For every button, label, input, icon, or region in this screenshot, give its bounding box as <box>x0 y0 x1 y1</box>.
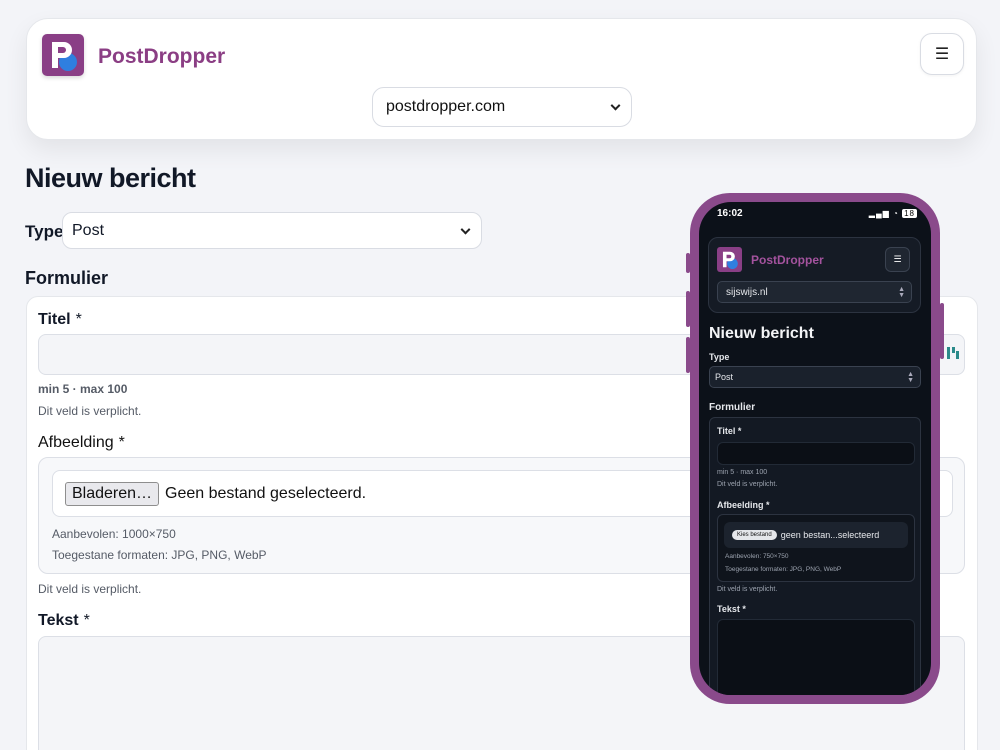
phone-side-button <box>686 337 690 373</box>
title-hint: min 5 · max 100 <box>38 382 128 396</box>
phone-text-textarea[interactable] <box>717 619 915 695</box>
app-header: PostDropper ☰ postdropper.com <box>26 18 977 140</box>
image-error: Dit veld is verplicht. <box>38 582 142 596</box>
hamburger-icon: ☰ <box>893 254 902 264</box>
phone-section-title: Formulier <box>709 402 756 413</box>
updown-chevron-icon: ▲ ▼ <box>907 371 914 384</box>
image-label-text: Afbeelding <box>38 434 114 451</box>
signal-icon: ▂▄▆ <box>868 209 890 218</box>
phone-title-error: Dit veld is verplicht. <box>717 481 778 488</box>
type-label: Type <box>25 222 64 241</box>
image-formats: Toegestane formaten: JPG, PNG, WebP <box>52 548 267 562</box>
updown-chevron-icon: ▲ ▼ <box>898 286 905 299</box>
phone-status-icons: ▂▄▆ ◔ 18 <box>869 209 917 218</box>
phone-image-upload-box: Kies bestand geen bestan...selecteerd Aa… <box>717 514 915 582</box>
phone-time: 16:02 <box>717 208 743 219</box>
phone-app-header: PostDropper ☰ sijswijs.nl ▲ ▼ <box>708 237 921 313</box>
phone-mockup: 16:02 ▂▄▆ ◔ 18 PostDropper ☰ sijswijs.nl… <box>686 193 944 704</box>
phone-form-card: Titel * min 5 · max 100 Dit veld is verp… <box>709 417 921 695</box>
page-title: Nieuw bericht <box>25 163 196 193</box>
phone-type-select[interactable]: Post ▲ ▼ <box>709 366 921 388</box>
title-label: Titel * <box>38 311 82 329</box>
title-label-text: Titel <box>38 311 71 328</box>
chevron-down-icon <box>460 224 471 235</box>
required-marker: * <box>75 311 82 328</box>
phone-image-recommended: Aanbevolen: 750×750 <box>725 553 789 560</box>
phone-page-title: Nieuw bericht <box>709 325 814 342</box>
phone-type-value: Post <box>715 372 734 382</box>
site-select-value: postdropper.com <box>386 98 506 115</box>
password-manager-icon[interactable] <box>946 345 960 361</box>
phone-side-button <box>940 303 944 359</box>
phone-browse-button[interactable]: Kies bestand <box>732 530 777 540</box>
text-label-text: Tekst <box>38 612 79 629</box>
text-label: Tekst * <box>38 612 90 630</box>
phone-type-label: Type <box>709 352 730 362</box>
site-select[interactable]: postdropper.com <box>372 87 632 127</box>
phone-title-input[interactable] <box>717 442 915 465</box>
image-label: Afbeelding * <box>38 434 125 452</box>
wifi-icon: ◔ <box>893 209 899 218</box>
phone-site-select[interactable]: sijswijs.nl ▲ ▼ <box>717 281 912 303</box>
chevron-down-icon <box>610 100 621 111</box>
battery-icon: 18 <box>902 209 917 218</box>
no-file-text: Geen bestand geselecteerd. <box>165 484 367 502</box>
phone-brand-name[interactable]: PostDropper <box>751 253 824 267</box>
phone-side-button <box>686 253 690 273</box>
required-marker: * <box>83 612 90 629</box>
postdropper-logo[interactable] <box>717 247 742 272</box>
phone-image-formats: Toegestane formaten: JPG, PNG, WebP <box>725 566 842 573</box>
phone-image-label: Afbeelding * <box>717 500 770 510</box>
phone-image-error: Dit veld is verplicht. <box>717 586 778 593</box>
phone-menu-button[interactable]: ☰ <box>885 247 910 272</box>
phone-no-file-text: geen bestan...selecteerd <box>780 530 880 540</box>
phone-title-hint: min 5 · max 100 <box>717 469 768 476</box>
phone-side-button <box>686 291 690 327</box>
type-select[interactable]: Post <box>62 212 482 249</box>
phone-title-label: Titel * <box>717 426 742 436</box>
phone-text-label: Tekst * <box>717 604 746 614</box>
phone-file-input[interactable]: Kies bestand geen bestan...selecteerd <box>724 522 908 548</box>
phone-screen: 16:02 ▂▄▆ ◔ 18 PostDropper ☰ sijswijs.nl… <box>699 202 931 695</box>
brand-name[interactable]: PostDropper <box>98 45 225 69</box>
postdropper-logo[interactable] <box>42 34 84 76</box>
phone-site-select-value: sijswijs.nl <box>726 286 768 298</box>
browse-button[interactable]: Bladeren… <box>65 481 160 506</box>
title-error: Dit veld is verplicht. <box>38 404 142 418</box>
menu-button[interactable]: ☰ <box>920 33 964 75</box>
form-section-title: Formulier <box>25 268 109 288</box>
hamburger-icon: ☰ <box>934 46 950 63</box>
type-select-value: Post <box>72 221 105 239</box>
image-recommended: Aanbevolen: 1000×750 <box>52 527 176 541</box>
required-marker: * <box>118 434 125 451</box>
